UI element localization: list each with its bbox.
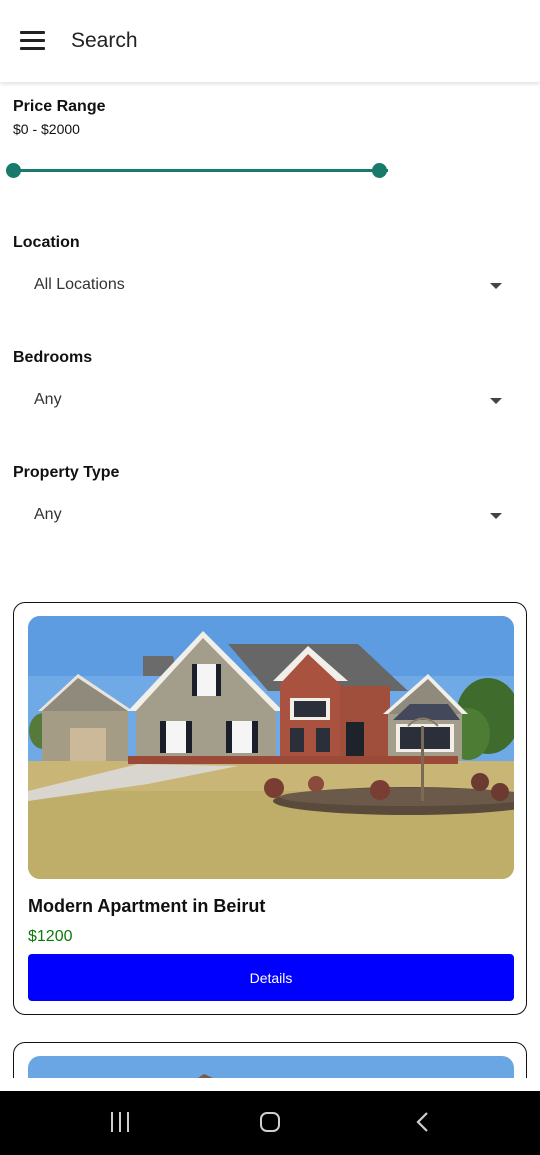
bedrooms-selected-value: Any xyxy=(34,391,62,408)
house-image xyxy=(28,616,514,879)
slider-min-thumb[interactable] xyxy=(6,163,21,178)
details-button[interactable]: Details xyxy=(28,954,514,1001)
recents-icon[interactable] xyxy=(109,1112,131,1132)
caret-down-icon xyxy=(490,283,502,289)
property-type-dropdown[interactable]: Any xyxy=(13,497,518,537)
price-range-label: Price Range xyxy=(13,98,106,115)
bedrooms-dropdown[interactable]: Any xyxy=(13,382,518,422)
listing-price: $1200 xyxy=(28,928,73,945)
house-image xyxy=(28,1056,514,1078)
property-type-label: Property Type xyxy=(13,464,120,481)
listing-photo xyxy=(28,1056,514,1078)
price-range-slider[interactable] xyxy=(6,162,394,178)
slider-max-thumb[interactable] xyxy=(372,163,387,178)
listing-photo xyxy=(28,616,514,879)
page-title: Search xyxy=(71,29,138,52)
location-dropdown[interactable]: All Locations xyxy=(13,267,518,307)
menu-icon[interactable] xyxy=(20,31,45,51)
slider-track xyxy=(12,169,388,172)
bedrooms-label: Bedrooms xyxy=(13,349,93,366)
back-icon[interactable] xyxy=(414,1111,432,1133)
search-content[interactable]: Price Range $0 - $2000 Location All Loca… xyxy=(0,82,540,1078)
listing-card: Modern Apartment in Beirut $1200 Details xyxy=(13,602,527,1015)
app-bar: Search xyxy=(0,0,540,82)
location-selected-value: All Locations xyxy=(34,276,125,293)
system-nav-bar xyxy=(0,1091,540,1155)
caret-down-icon xyxy=(490,513,502,519)
property-type-selected-value: Any xyxy=(34,506,62,523)
home-icon[interactable] xyxy=(260,1112,280,1132)
listing-card xyxy=(13,1042,527,1078)
listing-title[interactable]: Modern Apartment in Beirut xyxy=(28,896,265,917)
location-label: Location xyxy=(13,234,80,251)
caret-down-icon xyxy=(490,398,502,404)
price-range-value: $0 - $2000 xyxy=(13,121,80,137)
